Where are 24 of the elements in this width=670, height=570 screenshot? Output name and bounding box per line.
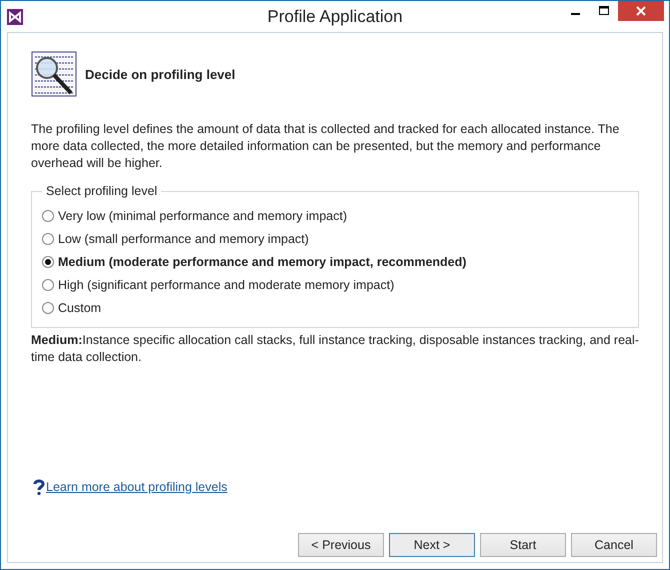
option-label[interactable]: Custom [58, 300, 102, 314]
binary-magnifier-icon [31, 51, 77, 97]
radio-button[interactable] [42, 232, 54, 244]
app-logo-icon [7, 8, 23, 24]
radio-button[interactable] [42, 278, 54, 290]
help-icon [33, 479, 45, 495]
radio-button[interactable] [42, 302, 54, 314]
step-heading: Decide on profiling level [85, 66, 236, 82]
option-label[interactable]: Low (small performance and memory impact) [58, 232, 309, 246]
help-link[interactable]: Learn more about profiling levels [46, 480, 228, 494]
group-title: Select profiling level [45, 184, 158, 198]
description-text: The profiling level defines the amount of data that is collected and tracked for each allocated instance. The more data collected, the more detailed information can be presented, but the memory and performance overhead will be higher. [31, 121, 620, 172]
dialog-button[interactable]: Start [480, 533, 566, 557]
option-label[interactable]: Medium (moderate performance and memory impact, recommended) [58, 254, 466, 268]
dialog-button[interactable]: Next > [389, 533, 475, 557]
window-title: Profile Application [266, 6, 404, 26]
radio-button[interactable] [42, 256, 54, 268]
close-icon[interactable] [618, 1, 664, 21]
level-note-text: Medium:Instance specific allocation call stacks, full instance tracking, disposable instances tracking, and real-time data collection. [31, 332, 639, 366]
option-label[interactable]: Very low (minimal performance and memory impact) [58, 208, 347, 222]
dialog-button[interactable]: < Previous [298, 533, 384, 557]
radio-button[interactable] [42, 210, 54, 222]
dialog-button[interactable]: Cancel [571, 533, 657, 557]
option-label[interactable]: High (significant performance and moderate memory impact) [58, 278, 394, 292]
